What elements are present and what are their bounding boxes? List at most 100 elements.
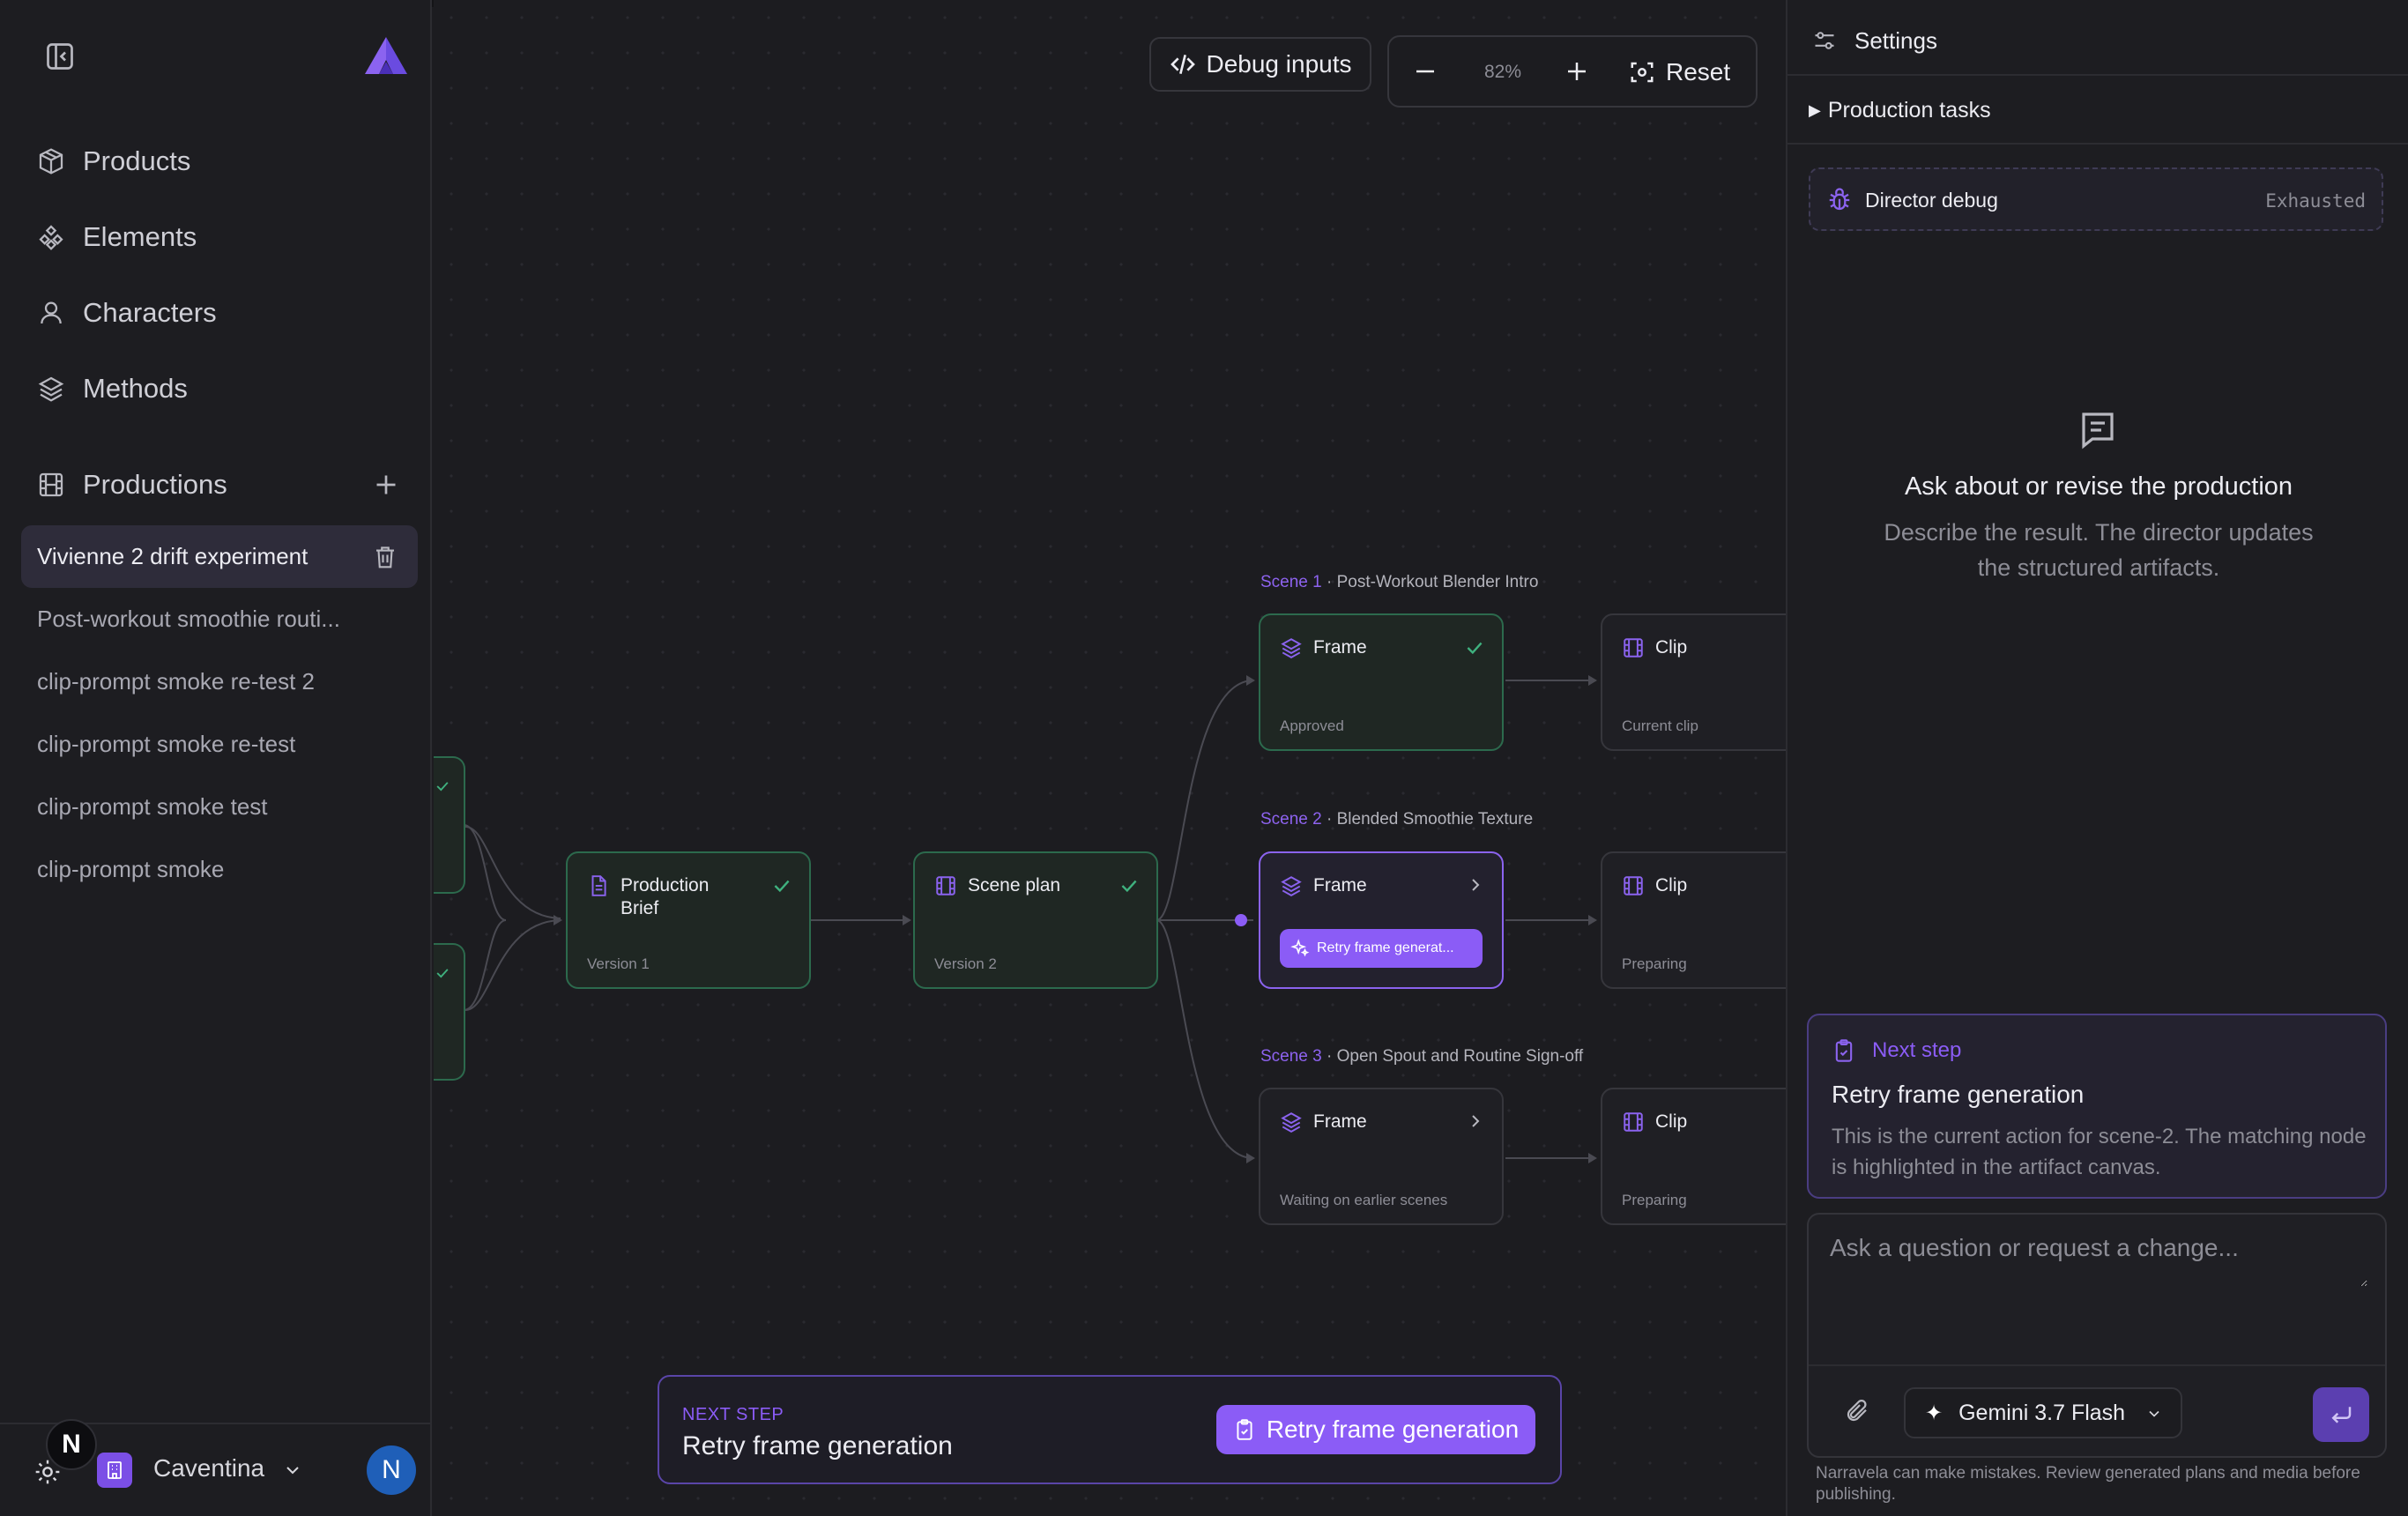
user-avatar[interactable]: N xyxy=(367,1445,416,1495)
nav-label: Characters xyxy=(83,297,217,328)
organization-name[interactable]: Caventina xyxy=(153,1454,264,1483)
enter-icon xyxy=(2331,1407,2352,1423)
nav-item-products[interactable]: Products xyxy=(23,123,420,199)
production-label: clip-prompt smoke xyxy=(37,856,225,882)
model-selector[interactable]: ✦ Gemini 3.7 Flash xyxy=(1904,1387,2182,1438)
nav-item-characters[interactable]: Characters xyxy=(23,275,420,351)
empty-state-title: Ask about or revise the production xyxy=(1904,472,2293,501)
artifact-canvas[interactable]: Debug inputs 82% Reset Production Brief … xyxy=(434,0,1786,1516)
brand-logo[interactable] xyxy=(363,35,409,76)
director-debug-row[interactable]: Director debug Exhausted xyxy=(1809,167,2383,231)
retry-frame-generation-button[interactable]: Retry frame generation xyxy=(1216,1405,1535,1454)
production-item[interactable]: Post-workout smoothie routi... xyxy=(21,588,418,650)
layers-icon xyxy=(38,376,64,402)
reset-label: Reset xyxy=(1666,58,1731,85)
scene-number: Scene 3 xyxy=(1260,1047,1322,1066)
node-status: Version 2 xyxy=(934,955,997,972)
next-step-card[interactable]: Next step Retry frame generation This is… xyxy=(1807,1014,2387,1199)
scene-3-clip-node[interactable]: Clip Preparing xyxy=(1601,1088,1786,1225)
zoom-out-icon[interactable] xyxy=(1412,58,1438,85)
chevron-right-icon[interactable] xyxy=(1465,874,1486,895)
production-tasks-toggle[interactable]: ▶ Production tasks xyxy=(1787,78,2408,145)
next-step-title: Retry frame generation xyxy=(1832,1081,2085,1108)
check-icon xyxy=(774,880,790,893)
main-nav: Products Elements Characters Methods xyxy=(23,123,420,427)
retry-frame-button[interactable]: Retry frame generat... xyxy=(1280,929,1483,968)
sidebar: Products Elements Characters Methods Pro… xyxy=(0,0,432,1516)
upstream-node[interactable] xyxy=(434,943,465,1081)
node-title: Frame xyxy=(1313,1111,1367,1132)
director-panel: Settings ▶ Production tasks Director deb… xyxy=(1786,0,2408,1516)
sidebar-collapse-icon[interactable] xyxy=(44,41,76,72)
composer-divider xyxy=(1809,1364,2385,1366)
nav-label: Elements xyxy=(83,221,197,252)
scene-number: Scene 1 xyxy=(1260,573,1322,591)
node-status: Preparing xyxy=(1622,955,1687,972)
node-status: Current clip xyxy=(1622,717,1698,734)
film-icon xyxy=(936,876,955,895)
code-icon xyxy=(1171,55,1196,74)
scene-1-frame-node[interactable]: Frame Approved xyxy=(1259,613,1504,751)
document-icon xyxy=(591,875,606,896)
production-label: Post-workout smoothie routi... xyxy=(37,606,340,632)
reset-zoom-button[interactable]: Reset xyxy=(1629,53,1730,92)
production-item[interactable]: clip-prompt smoke re-test xyxy=(21,713,418,776)
film-icon xyxy=(1624,1112,1643,1132)
production-brief-node[interactable]: Production Brief Version 1 xyxy=(566,851,811,989)
node-status: Version 1 xyxy=(587,955,650,972)
layers-icon xyxy=(1281,1112,1302,1133)
scene-3-frame-node[interactable]: Frame Waiting on earlier scenes xyxy=(1259,1088,1504,1225)
debug-inputs-label: Debug inputs xyxy=(1206,50,1352,78)
zoom-in-icon[interactable] xyxy=(1564,58,1590,85)
film-icon xyxy=(1624,876,1643,895)
production-item[interactable]: clip-prompt smoke re-test 2 xyxy=(21,650,418,713)
production-item[interactable]: clip-prompt smoke xyxy=(21,838,418,901)
production-item[interactable]: clip-prompt smoke test xyxy=(21,776,418,838)
production-label: clip-prompt smoke test xyxy=(37,793,268,820)
scene-2-frame-node[interactable]: Frame Retry frame generat... xyxy=(1259,851,1504,989)
scene-title: · Open Spout and Routine Sign-off xyxy=(1321,1047,1584,1066)
scene-2-clip-node[interactable]: Clip Preparing xyxy=(1601,851,1786,989)
node-title: Clip xyxy=(1655,637,1688,658)
chat-composer: ✦ Gemini 3.7 Flash xyxy=(1807,1213,2387,1458)
chevron-down-icon[interactable] xyxy=(282,1460,303,1481)
clipboard-check-icon xyxy=(1835,1039,1853,1062)
settings-header[interactable]: Settings xyxy=(1787,7,2408,76)
loading-sun-icon[interactable] xyxy=(33,1458,62,1486)
node-status: Preparing xyxy=(1622,1192,1687,1208)
node-status: Approved xyxy=(1280,717,1344,734)
package-icon xyxy=(39,148,63,175)
upstream-node[interactable] xyxy=(434,756,465,894)
director-debug-label: Director debug xyxy=(1865,189,1998,212)
debug-inputs-button[interactable]: Debug inputs xyxy=(1149,37,1371,92)
director-debug-status: Exhausted xyxy=(2265,190,2366,212)
node-title: Frame xyxy=(1313,875,1367,895)
node-title: Scene plan xyxy=(968,875,1061,895)
paperclip-icon[interactable] xyxy=(1844,1398,1870,1424)
scene-title: · Post-Workout Blender Intro xyxy=(1321,573,1539,591)
triangle-right-icon: ▶ xyxy=(1809,100,1821,119)
scene-1-clip-node[interactable]: Clip Current clip xyxy=(1601,613,1786,751)
node-status: Waiting on earlier scenes xyxy=(1280,1192,1448,1208)
nav-item-methods[interactable]: Methods xyxy=(23,351,420,427)
chevron-down-icon xyxy=(2149,1410,2159,1417)
film-icon xyxy=(39,472,63,497)
productions-list: Vivienne 2 drift experiment Post-workout… xyxy=(21,525,418,901)
scene-plan-node[interactable]: Scene plan Version 2 xyxy=(913,851,1158,989)
production-item-active[interactable]: Vivienne 2 drift experiment xyxy=(21,525,418,588)
organization-icon[interactable] xyxy=(97,1453,132,1488)
scene-label: Scene 1 · Post-Workout Blender Intro xyxy=(1260,573,1538,592)
production-tasks-label: Production tasks xyxy=(1827,97,1991,123)
sparkles-icon xyxy=(1290,939,1310,957)
chevron-right-icon[interactable] xyxy=(1465,1111,1486,1132)
chat-input[interactable] xyxy=(1830,1234,2367,1287)
nav-item-elements[interactable]: Elements xyxy=(23,199,420,275)
send-button[interactable] xyxy=(2313,1387,2369,1442)
node-title: Clip xyxy=(1655,875,1688,895)
check-icon xyxy=(1121,880,1137,893)
layers-icon xyxy=(1281,876,1302,896)
bug-icon xyxy=(1829,188,1850,211)
check-icon xyxy=(436,782,449,791)
trash-icon[interactable] xyxy=(372,543,398,571)
add-production-icon[interactable] xyxy=(370,469,402,501)
